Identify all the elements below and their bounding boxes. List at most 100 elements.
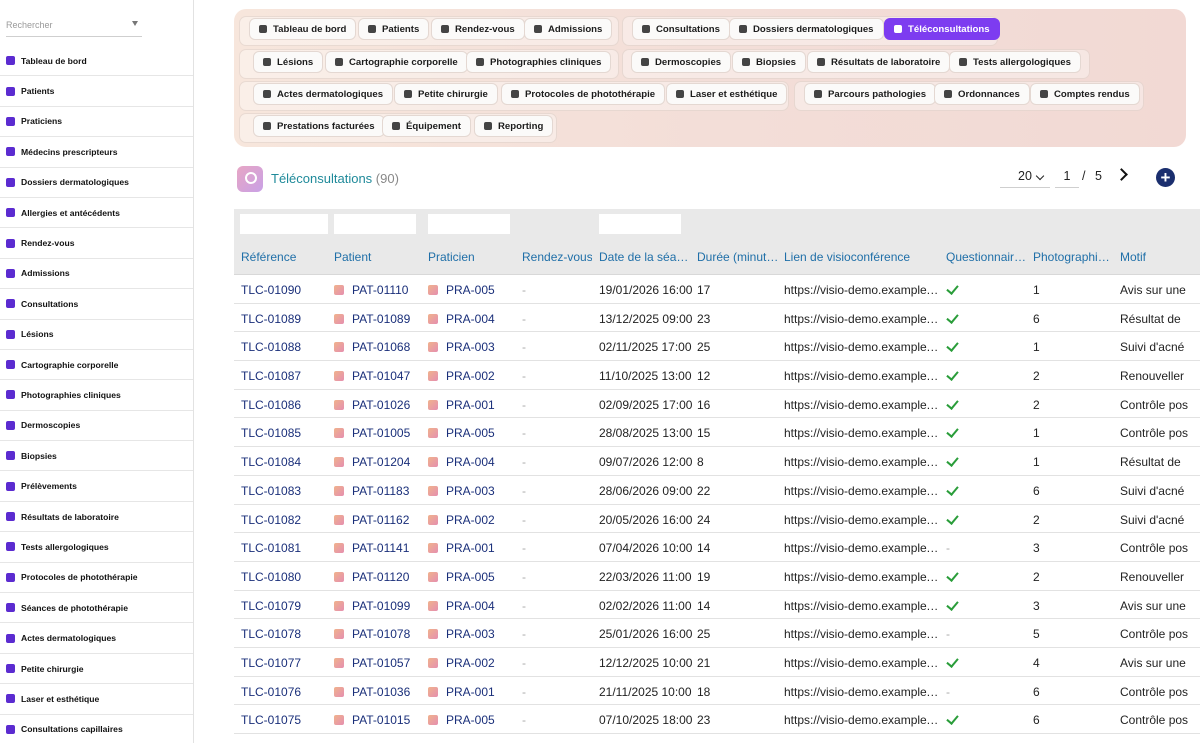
tab-item[interactable]: Lésions xyxy=(253,51,324,73)
table-row[interactable]: TLC-01080 PAT-01120 PRA-005 - 22/03/2026 11:… xyxy=(234,562,1200,591)
sidebar-item[interactable]: Actes dermatologiques xyxy=(0,623,193,654)
praticien-link[interactable]: PRA-005 xyxy=(428,426,516,440)
table-row[interactable]: TLC-01087 PAT-01047 PRA-002 - 11/10/2025 13:… xyxy=(234,361,1200,390)
praticien-link[interactable]: PRA-003 xyxy=(428,627,516,641)
praticien-link[interactable]: PRA-002 xyxy=(428,369,516,383)
praticien-link[interactable]: PRA-001 xyxy=(428,398,516,412)
praticien-code[interactable]: PRA-002 xyxy=(446,656,495,670)
sidebar-item[interactable]: Médecins prescripteurs xyxy=(0,137,193,168)
column-header[interactable]: Référence xyxy=(241,250,329,264)
patient-code[interactable]: PAT-01120 xyxy=(352,570,409,584)
column-header[interactable]: Photographi… xyxy=(1033,250,1115,264)
praticien-code[interactable]: PRA-001 xyxy=(446,398,495,412)
ref-cell[interactable]: TLC-01084 xyxy=(241,455,329,469)
sidebar-item[interactable]: Patients xyxy=(0,76,193,107)
praticien-code[interactable]: PRA-001 xyxy=(446,685,495,699)
ref-cell[interactable]: TLC-01079 xyxy=(241,599,329,613)
praticien-code[interactable]: PRA-001 xyxy=(446,541,495,555)
patient-code[interactable]: PAT-01183 xyxy=(352,484,409,498)
praticien-link[interactable]: PRA-005 xyxy=(428,570,516,584)
praticien-code[interactable]: PRA-002 xyxy=(446,369,495,383)
tab-item[interactable]: Petite chirurgie xyxy=(394,83,498,105)
praticien-link[interactable]: PRA-001 xyxy=(428,541,516,555)
tab-item[interactable]: Comptes rendus xyxy=(1030,83,1140,105)
patient-link[interactable]: PAT-01089 xyxy=(334,312,422,326)
ref-cell[interactable]: TLC-01085 xyxy=(241,426,329,440)
tab-item[interactable]: Cartographie corporelle xyxy=(325,51,468,73)
sidebar-item[interactable]: Lésions xyxy=(0,320,193,350)
column-header[interactable]: Motif xyxy=(1120,250,1200,264)
table-row[interactable]: TLC-01078 PAT-01078 PRA-003 - 25/01/2026 16:… xyxy=(234,619,1200,648)
tab-item[interactable]: Parcours pathologies xyxy=(804,83,937,105)
column-header[interactable]: Praticien xyxy=(428,250,516,264)
ref-cell[interactable]: TLC-01077 xyxy=(241,656,329,670)
table-row[interactable]: TLC-01082 PAT-01162 PRA-002 - 20/05/2026 16:… xyxy=(234,505,1200,534)
sidebar-item[interactable]: Allergies et antécédents xyxy=(0,198,193,229)
sidebar-item[interactable]: Dermoscopies xyxy=(0,411,193,442)
sidebar-item[interactable]: Séances de photothérapie xyxy=(0,593,193,624)
sidebar-item[interactable]: Laser et esthétique xyxy=(0,684,193,715)
patient-link[interactable]: PAT-01047 xyxy=(334,369,422,383)
patient-link[interactable]: PAT-01057 xyxy=(334,656,422,670)
sidebar-item[interactable]: Résultats de laboratoire xyxy=(0,502,193,533)
column-header[interactable]: Rendez-vous xyxy=(522,250,592,264)
praticien-link[interactable]: PRA-004 xyxy=(428,455,516,469)
patient-code[interactable]: PAT-01057 xyxy=(352,656,410,670)
tab-item[interactable]: Prestations facturées xyxy=(253,115,385,137)
sidebar-item[interactable]: Praticiens xyxy=(0,107,193,138)
tab-item[interactable]: Biopsies xyxy=(732,51,806,73)
tab-item[interactable]: Tests allergologiques xyxy=(949,51,1081,73)
table-row[interactable]: TLC-01090 PAT-01110 PRA-005 - 19/01/2026 16:… xyxy=(234,275,1200,304)
ref-cell[interactable]: TLC-01083 xyxy=(241,484,329,498)
tab-item[interactable]: Actes dermatologiques xyxy=(253,83,394,105)
sidebar-item[interactable]: Biopsies xyxy=(0,441,193,472)
praticien-link[interactable]: PRA-004 xyxy=(428,312,516,326)
column-header[interactable]: Durée (minut… xyxy=(697,250,779,264)
tab-item[interactable]: Patients xyxy=(358,18,430,40)
column-header[interactable]: Questionnair… xyxy=(946,250,1028,264)
next-page-icon[interactable] xyxy=(1115,168,1128,181)
patient-link[interactable]: PAT-01162 xyxy=(334,513,422,527)
chevron-down-icon[interactable] xyxy=(132,21,138,26)
praticien-link[interactable]: PRA-001 xyxy=(428,685,516,699)
patient-link[interactable]: PAT-01005 xyxy=(334,426,422,440)
patient-link[interactable]: PAT-01026 xyxy=(334,398,422,412)
patient-link[interactable]: PAT-01099 xyxy=(334,599,422,613)
sidebar-item[interactable]: Admissions xyxy=(0,259,193,290)
table-row[interactable]: TLC-01088 PAT-01068 PRA-003 - 02/11/2025 17:… xyxy=(234,332,1200,362)
praticien-link[interactable]: PRA-002 xyxy=(428,656,516,670)
patient-code[interactable]: PAT-01015 xyxy=(352,713,410,727)
patient-code[interactable]: PAT-01204 xyxy=(352,455,410,469)
praticien-code[interactable]: PRA-003 xyxy=(446,484,495,498)
praticien-code[interactable]: PRA-004 xyxy=(446,312,495,326)
tab-item[interactable]: Protocoles de photothérapie xyxy=(501,83,666,105)
patient-code[interactable]: PAT-01110 xyxy=(352,283,408,297)
patient-code[interactable]: PAT-01162 xyxy=(352,513,409,527)
tab-item[interactable]: Reporting xyxy=(474,115,554,137)
patient-code[interactable]: PAT-01036 xyxy=(352,685,410,699)
patient-link[interactable]: PAT-01036 xyxy=(334,685,422,699)
praticien-code[interactable]: PRA-004 xyxy=(446,455,495,469)
tab-item[interactable]: Équipement xyxy=(382,115,471,137)
praticien-code[interactable]: PRA-002 xyxy=(446,513,495,527)
praticien-code[interactable]: PRA-004 xyxy=(446,599,495,613)
patient-code[interactable]: PAT-01078 xyxy=(352,627,410,641)
patient-link[interactable]: PAT-01015 xyxy=(334,713,422,727)
sidebar-item[interactable]: Tests allergologiques xyxy=(0,532,193,563)
patient-link[interactable]: PAT-01141 xyxy=(334,541,422,555)
praticien-code[interactable]: PRA-003 xyxy=(446,627,495,641)
patient-code[interactable]: PAT-01026 xyxy=(352,398,410,412)
tab-item[interactable]: Téléconsultations xyxy=(884,18,1000,40)
ref-cell[interactable]: TLC-01087 xyxy=(241,369,329,383)
current-page-input[interactable]: 1 xyxy=(1055,166,1079,188)
sidebar-item[interactable]: Petite chirurgie xyxy=(0,654,193,685)
sidebar-item[interactable]: Protocoles de photothérapie xyxy=(0,563,193,594)
tab-item[interactable]: Photographies cliniques xyxy=(466,51,612,73)
praticien-link[interactable]: PRA-002 xyxy=(428,513,516,527)
ref-cell[interactable]: TLC-01090 xyxy=(241,283,329,297)
table-row[interactable]: TLC-01089 PAT-01089 PRA-004 - 13/12/2025 09:… xyxy=(234,304,1200,333)
praticien-link[interactable]: PRA-005 xyxy=(428,283,516,297)
table-row[interactable]: TLC-01077 PAT-01057 PRA-002 - 12/12/2025 10:… xyxy=(234,648,1200,677)
ref-cell[interactable]: TLC-01081 xyxy=(241,541,329,555)
sidebar-item[interactable]: Prélèvements xyxy=(0,471,193,502)
